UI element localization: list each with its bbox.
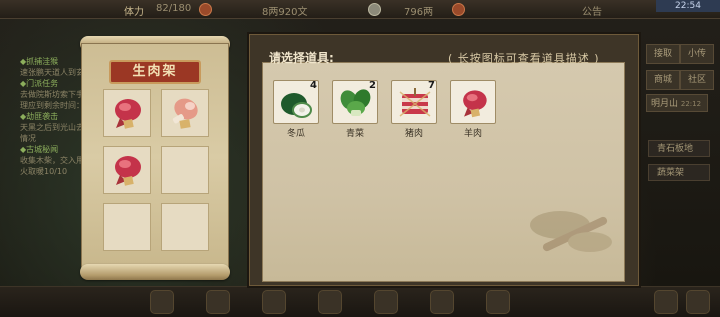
add-silver-icon[interactable] bbox=[452, 3, 465, 16]
item-greens[interactable]: 2 bbox=[332, 80, 378, 124]
mutton-icon bbox=[115, 156, 141, 186]
item-pork[interactable]: 7 bbox=[391, 80, 437, 124]
item-qty: 2 bbox=[369, 80, 376, 91]
background-decoration bbox=[530, 211, 612, 252]
accept-button[interactable]: 接取 bbox=[646, 44, 680, 64]
toolbar-icon[interactable] bbox=[262, 290, 286, 314]
item-name: 羊肉 bbox=[463, 129, 482, 139]
toolbar-icon[interactable] bbox=[374, 290, 398, 314]
top-status-bar: 体力 82/180 8两920文 796两 公告 22:54 bbox=[0, 0, 720, 19]
ham-icon bbox=[172, 98, 198, 129]
rack-slot[interactable] bbox=[103, 146, 151, 194]
rack-slot-empty[interactable] bbox=[161, 203, 209, 251]
mutton-icon bbox=[115, 99, 141, 129]
clock: 22:54 bbox=[656, 0, 720, 12]
rack-title: 生肉架 bbox=[109, 60, 201, 84]
rack-slot[interactable] bbox=[103, 89, 151, 137]
scroll-roll-bottom bbox=[80, 264, 230, 280]
item-name: 冬瓜 bbox=[286, 129, 305, 139]
money-value: 8两920文 bbox=[262, 7, 308, 18]
dialog-title: 请选择道具: bbox=[269, 51, 334, 65]
item-name: 青菜 bbox=[345, 129, 364, 139]
toolbar-icon[interactable] bbox=[486, 290, 510, 314]
item-qty: 4 bbox=[310, 80, 317, 91]
toolbar-icon[interactable] bbox=[654, 290, 678, 314]
notice-button[interactable]: 公告 bbox=[582, 3, 602, 18]
toolbar-icon[interactable] bbox=[206, 290, 230, 314]
item-mutton[interactable] bbox=[450, 80, 496, 124]
toolbar-icon[interactable] bbox=[318, 290, 342, 314]
rack-slot[interactable] bbox=[161, 89, 209, 137]
rack-slot-empty[interactable] bbox=[161, 146, 209, 194]
stamina-label: 体力 bbox=[124, 7, 144, 18]
bottom-toolbar bbox=[0, 286, 720, 317]
shop-button[interactable]: 商城 bbox=[646, 70, 680, 90]
side-tab-vegetable-rack[interactable]: 蔬菜架 bbox=[648, 164, 710, 181]
silver-icon bbox=[368, 3, 381, 16]
toolbar-icon[interactable] bbox=[430, 290, 454, 314]
mutton-icon bbox=[463, 90, 487, 118]
silver-value: 796两 bbox=[404, 7, 434, 18]
side-tab-stone-floor[interactable]: 青石板地 bbox=[648, 140, 710, 157]
community-button[interactable]: 社区 bbox=[680, 70, 714, 90]
location-time: 22:12 bbox=[680, 100, 702, 108]
biography-button[interactable]: 小传 bbox=[680, 44, 714, 64]
toolbar-icon[interactable] bbox=[686, 290, 710, 314]
location-label: 明月山 22:12 bbox=[646, 94, 708, 112]
stamina-value: 82/180 bbox=[156, 3, 192, 14]
toolbar-icon[interactable] bbox=[150, 290, 174, 314]
dialog-hint: ( 长按图标可查看道具描述 ) bbox=[448, 52, 600, 65]
item-name: 猪肉 bbox=[404, 129, 423, 139]
add-stamina-icon[interactable] bbox=[199, 3, 212, 16]
rack-slot-empty[interactable] bbox=[103, 203, 151, 251]
item-qty: 7 bbox=[428, 80, 435, 91]
item-winter-melon[interactable]: 4 bbox=[273, 80, 319, 124]
location-name: 明月山 bbox=[651, 99, 679, 109]
